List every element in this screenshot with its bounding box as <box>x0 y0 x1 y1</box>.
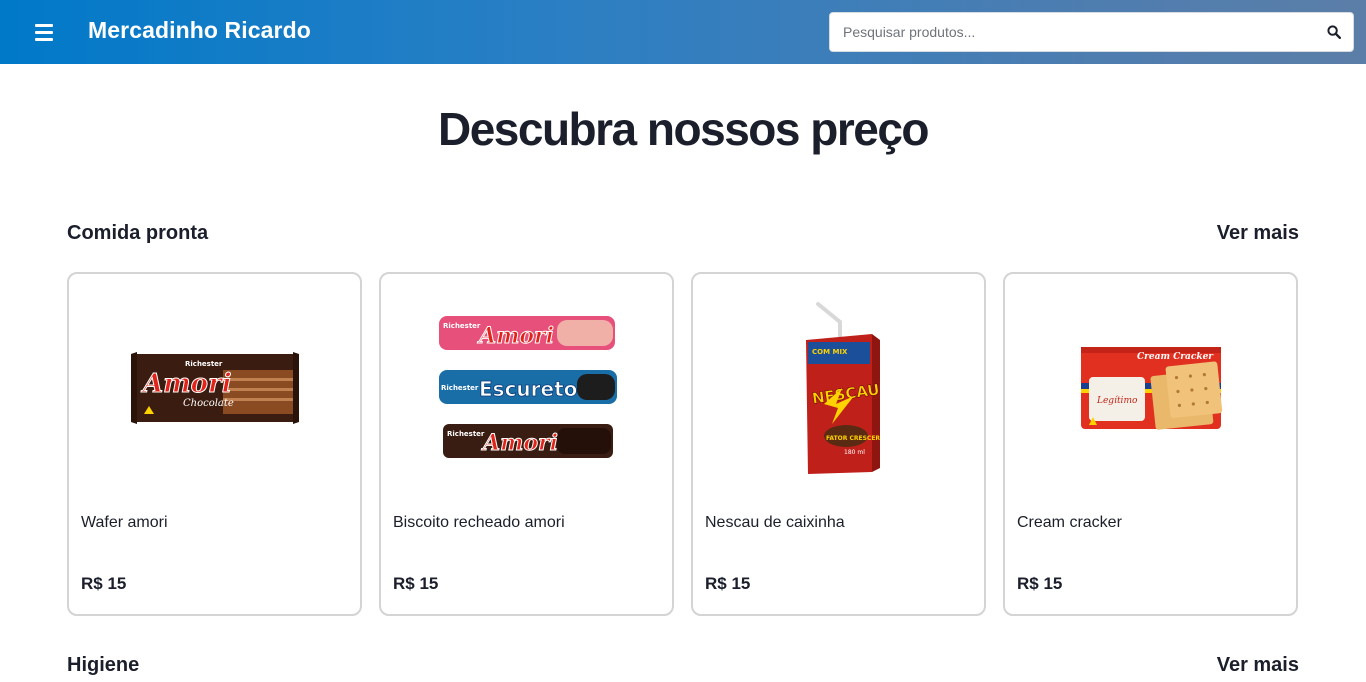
product-name: Biscoito recheado amori <box>393 514 565 531</box>
product-card[interactable]: Richester Amori Chocolate Wafer amori R$… <box>67 272 362 616</box>
hamburger-menu-icon[interactable] <box>26 16 62 48</box>
see-more-link[interactable]: Ver mais <box>1217 222 1299 245</box>
menu-line <box>35 37 53 41</box>
section-header-higiene: Higiene Ver mais <box>67 654 1299 682</box>
product-image-wafer-amori: Richester Amori Chocolate <box>69 288 360 488</box>
product-card[interactable]: Richester Amori Richester Escureto Riche… <box>379 272 674 616</box>
package-name-text: Escureto <box>479 377 577 401</box>
product-name: Nescau de caixinha <box>705 514 845 531</box>
product-card[interactable]: COM MIX NESCAU FATOR CRESCER 180 ml Nesc… <box>691 272 986 616</box>
package-brand-text: Richester <box>443 322 481 330</box>
section-title: Higiene <box>67 654 140 676</box>
search-icon[interactable] <box>1327 25 1341 39</box>
product-image-nescau: COM MIX NESCAU FATOR CRESCER 180 ml <box>693 288 984 488</box>
search-bar <box>829 12 1354 52</box>
product-name: Wafer amori <box>81 514 168 531</box>
wafer-brand-text: Richester <box>185 360 223 368</box>
package-brand-text: Richester <box>447 430 485 438</box>
product-price: R$ 15 <box>81 574 127 593</box>
product-image-biscoito-recheado: Richester Amori Richester Escureto Riche… <box>381 288 672 488</box>
product-price: R$ 15 <box>705 574 751 593</box>
product-name: Cream cracker <box>1017 514 1122 531</box>
store-brand[interactable]: Mercadinho Ricardo <box>88 17 311 44</box>
section-title: Comida pronta <box>67 222 209 244</box>
package-name-text: Amori <box>477 323 554 349</box>
menu-line <box>35 30 53 34</box>
nescau-bottom-text: FATOR CRESCER <box>826 435 880 442</box>
product-price: R$ 15 <box>1017 574 1063 593</box>
see-more-link[interactable]: Ver mais <box>1217 654 1299 677</box>
nescau-top-text: COM MIX <box>812 348 848 356</box>
cracker-tag-text: Legítimo <box>1096 395 1138 406</box>
cracker-package-image: Cream Cracker Legítimo <box>1080 347 1222 430</box>
cracker-name-text: Cream Cracker <box>1137 352 1214 362</box>
product-carousel: Richester Amori Chocolate Wafer amori R$… <box>67 272 1299 616</box>
page-title: Descubra nossos preço <box>437 103 930 155</box>
product-price: R$ 15 <box>393 574 439 593</box>
biscoito-packages-image: Richester Amori Richester Escureto Riche… <box>438 316 617 458</box>
section-header-comida-pronta: Comida pronta Ver mais <box>67 222 1299 250</box>
menu-line <box>35 23 53 27</box>
wafer-name-text: Amori <box>140 369 232 399</box>
product-image-cream-cracker: Cream Cracker Legítimo <box>1005 288 1296 488</box>
search-input[interactable] <box>830 13 1310 51</box>
top-bar: Mercadinho Ricardo <box>0 0 1366 64</box>
package-brand-text: Richester <box>441 384 479 392</box>
wafer-flavor-text: Chocolate <box>183 398 234 409</box>
wafer-package-image: Richester Amori Chocolate <box>130 352 299 424</box>
nescau-carton-image: COM MIX NESCAU FATOR CRESCER 180 ml <box>805 302 880 474</box>
package-name-text: Amori <box>481 430 558 456</box>
nescau-volume-text: 180 ml <box>844 449 865 456</box>
product-card[interactable]: Cream Cracker Legítimo Cream cracker R$ … <box>1003 272 1298 616</box>
